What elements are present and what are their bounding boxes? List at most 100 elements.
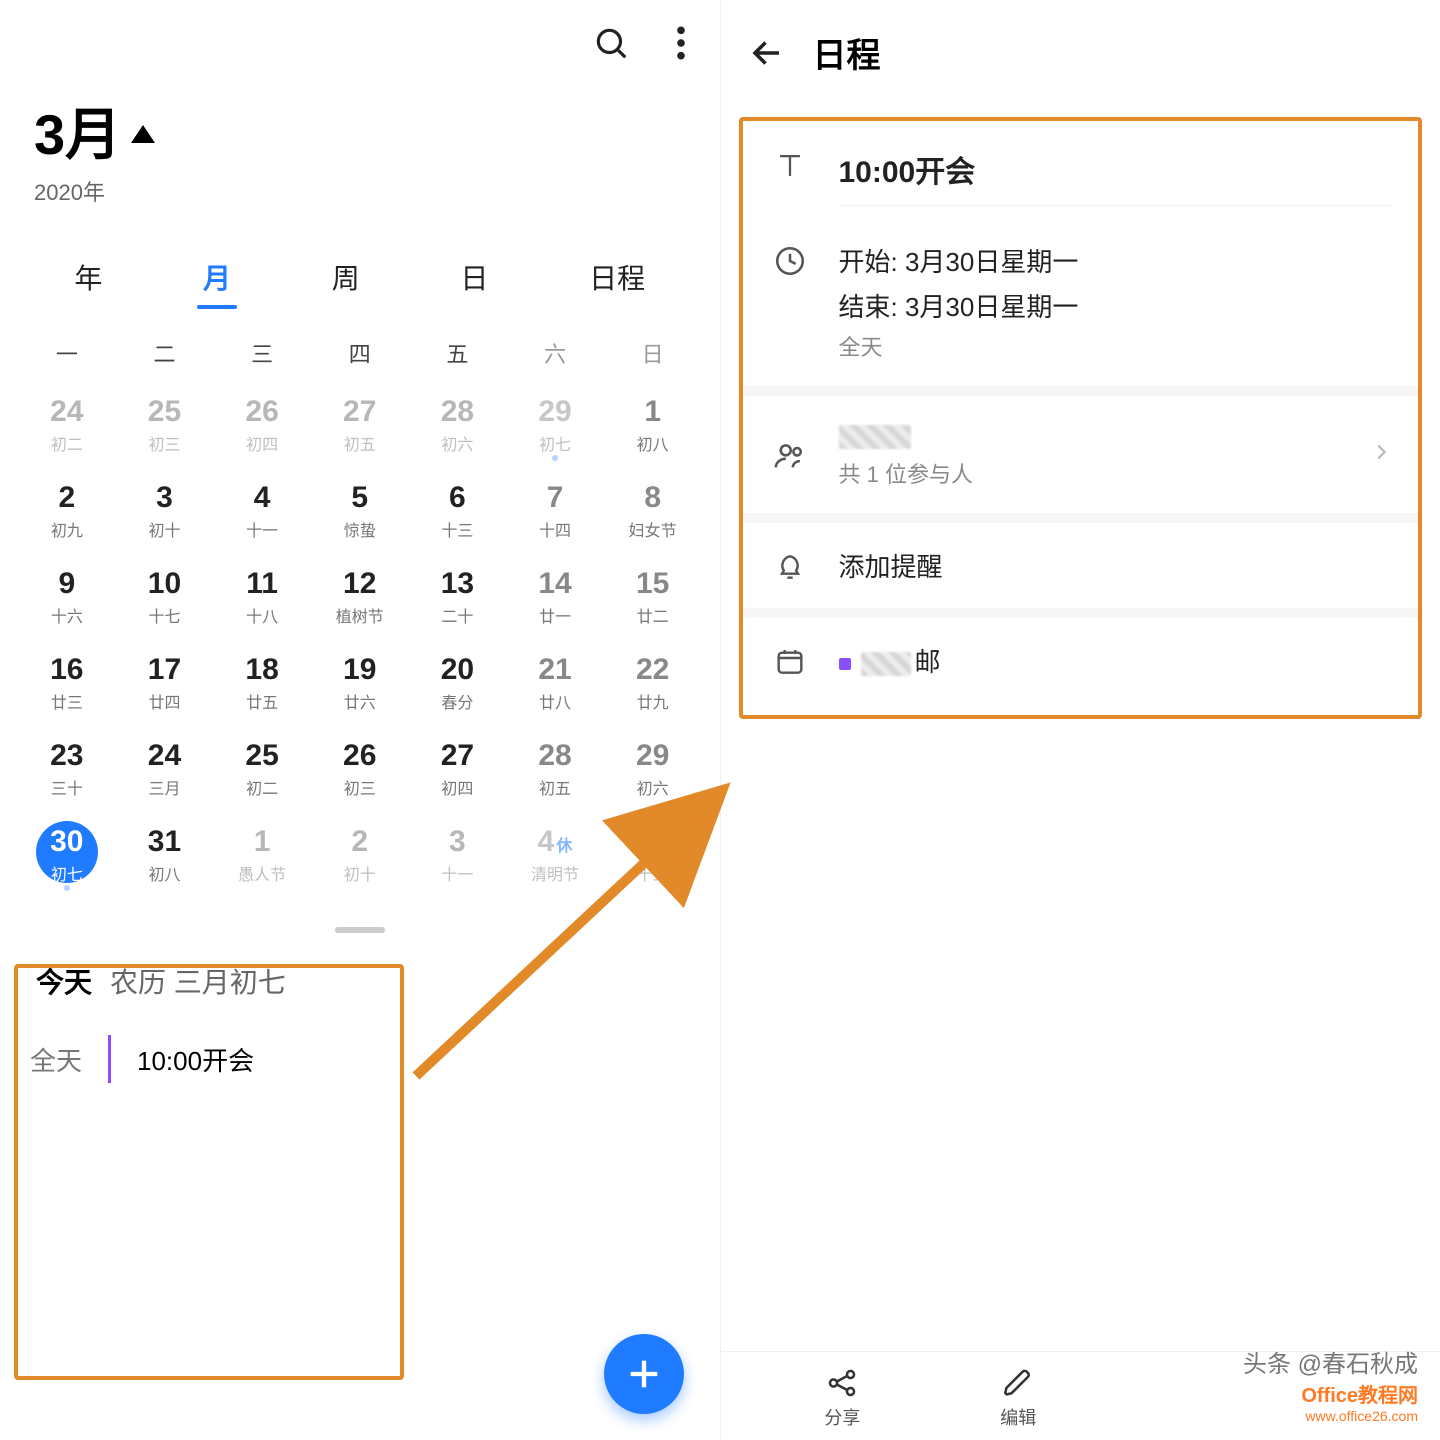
calendar-day[interactable]: 3十一: [409, 815, 507, 901]
calendar-day[interactable]: 1愚人节: [213, 815, 311, 901]
participants-count: 共 1 位参与人: [839, 457, 1343, 489]
participant-name-redacted: [839, 425, 911, 449]
calendar-day[interactable]: 29初六: [604, 729, 702, 815]
tab-year[interactable]: 年: [66, 253, 110, 309]
annotation-highlight-right: 10:00开会 开始: 3月30日星期一 结束: 3月30日星期一 全天: [739, 117, 1423, 719]
year-label: 2020年: [34, 175, 686, 207]
today-label: 今天: [36, 961, 92, 1001]
calendar-day[interactable]: 24初二: [18, 385, 116, 471]
weekday-header: 日: [604, 327, 702, 385]
calendar-day[interactable]: 27初四: [409, 729, 507, 815]
calendar-day[interactable]: 2初九: [18, 471, 116, 557]
weekday-header: 一: [18, 327, 116, 385]
calendar-day[interactable]: 26初三: [311, 729, 409, 815]
calendar-day[interactable]: 15廿二: [604, 557, 702, 643]
bell-icon: [769, 549, 811, 583]
event-detail-pane: 日程 10:00开会 开始: 3月30日星期一 结束: 3月30日星期一 全天: [721, 0, 1440, 1440]
end-value: 3月30日星期一: [905, 292, 1078, 322]
account-name-redacted: [861, 652, 911, 676]
calendar-day[interactable]: 22廿九: [604, 643, 702, 729]
watermark: 头条 @春石秋成 Office教程网 www.office26.com: [1243, 1344, 1418, 1424]
today-lunar: 农历 三月初七: [110, 961, 286, 1001]
start-label: 开始:: [839, 247, 898, 277]
add-reminder-row[interactable]: 添加提醒: [743, 529, 1419, 602]
calendar-day[interactable]: 16廿三: [18, 643, 116, 729]
view-tabs: 年 月 周 日 日程: [24, 253, 696, 309]
month-picker[interactable]: 3月: [34, 90, 686, 171]
event-detail-title: 10:00开会: [839, 147, 1393, 206]
calendar-day[interactable]: 5休十三: [604, 815, 702, 901]
people-icon: [769, 437, 811, 473]
account-suffix: 邮: [915, 647, 941, 677]
event-time-block[interactable]: 开始: 3月30日星期一 结束: 3月30日星期一 全天: [839, 242, 1393, 362]
calendar-day[interactable]: 31初八: [116, 815, 214, 901]
calendar-day[interactable]: 26初四: [213, 385, 311, 471]
weekday-header: 四: [311, 327, 409, 385]
search-icon[interactable]: [592, 24, 630, 62]
event-color-bar: [108, 1035, 111, 1083]
calendar-day[interactable]: 4休清明节: [506, 815, 604, 901]
dropdown-up-icon: [131, 125, 155, 143]
weekday-header: 三: [213, 327, 311, 385]
weekday-header: 六: [506, 327, 604, 385]
calendar-day[interactable]: 4十一: [213, 471, 311, 557]
calendar-day[interactable]: 8妇女节: [604, 471, 702, 557]
calendar-day[interactable]: 18廿五: [213, 643, 311, 729]
weekday-header: 五: [409, 327, 507, 385]
calendar-day[interactable]: 3初十: [116, 471, 214, 557]
calendar-day[interactable]: 10十七: [116, 557, 214, 643]
tab-week[interactable]: 周: [324, 253, 368, 309]
calendar-day[interactable]: 19廿六: [311, 643, 409, 729]
calendar-day[interactable]: 21廿八: [506, 643, 604, 729]
allday-value: 全天: [839, 330, 1393, 362]
calendar-day[interactable]: 28初六: [409, 385, 507, 471]
agenda-panel: 今天 农历 三月初七 全天 10:00开会: [0, 961, 720, 1113]
calendar-pane: 3月 2020年 年 月 周 日 日程 一二三四五六日 24初二25初三26初四…: [0, 0, 721, 1440]
chevron-right-icon: [1370, 441, 1392, 468]
event-title: 10:00开会: [137, 1041, 254, 1078]
calendar-day[interactable]: 6十三: [409, 471, 507, 557]
calendar-day[interactable]: 9十六: [18, 557, 116, 643]
end-label: 结束:: [839, 292, 898, 322]
calendar-day[interactable]: 27初五: [311, 385, 409, 471]
calendar-icon: [769, 644, 811, 678]
more-icon[interactable]: [676, 24, 686, 62]
calendar-day[interactable]: 28初五: [506, 729, 604, 815]
calendar-day[interactable]: 5惊蛰: [311, 471, 409, 557]
participants-row[interactable]: 共 1 位参与人: [743, 402, 1419, 507]
calendar-day[interactable]: 17廿四: [116, 643, 214, 729]
calendar-day[interactable]: 7十四: [506, 471, 604, 557]
calendar-day[interactable]: 12植树节: [311, 557, 409, 643]
calendar-day[interactable]: 30初七: [18, 815, 116, 901]
add-reminder-link[interactable]: 添加提醒: [839, 547, 1393, 584]
calendar-color-dot: [839, 658, 851, 670]
calendar-day[interactable]: 13二十: [409, 557, 507, 643]
clock-icon: [769, 242, 811, 278]
calendar-day[interactable]: 23三十: [18, 729, 116, 815]
add-event-fab[interactable]: [604, 1334, 684, 1414]
tab-month[interactable]: 月: [195, 253, 239, 309]
share-button[interactable]: 分享: [824, 1366, 860, 1430]
drag-handle[interactable]: [335, 927, 385, 933]
calendar-grid: 一二三四五六日 24初二25初三26初四27初五28初六29初七1初八 2初九3初…: [0, 327, 720, 901]
calendar-day[interactable]: 25初三: [116, 385, 214, 471]
calendar-day[interactable]: 29初七: [506, 385, 604, 471]
calendar-day[interactable]: 20春分: [409, 643, 507, 729]
calendar-day[interactable]: 25初二: [213, 729, 311, 815]
tab-agenda[interactable]: 日程: [581, 253, 653, 309]
calendar-day[interactable]: 1初八: [604, 385, 702, 471]
back-icon[interactable]: [749, 35, 785, 71]
weekday-header: 二: [116, 327, 214, 385]
title-icon: [769, 147, 811, 183]
calendar-day[interactable]: 2初十: [311, 815, 409, 901]
detail-header: 日程: [813, 28, 881, 77]
calendar-account-row[interactable]: 邮: [743, 624, 1419, 697]
calendar-day[interactable]: 14廿一: [506, 557, 604, 643]
month-label: 3月: [34, 90, 121, 171]
edit-button[interactable]: 编辑: [1000, 1366, 1036, 1430]
start-value: 3月30日星期一: [905, 247, 1078, 277]
agenda-event[interactable]: 全天 10:00开会: [30, 1035, 690, 1083]
calendar-day[interactable]: 11十八: [213, 557, 311, 643]
tab-day[interactable]: 日: [452, 253, 496, 309]
calendar-day[interactable]: 24三月: [116, 729, 214, 815]
